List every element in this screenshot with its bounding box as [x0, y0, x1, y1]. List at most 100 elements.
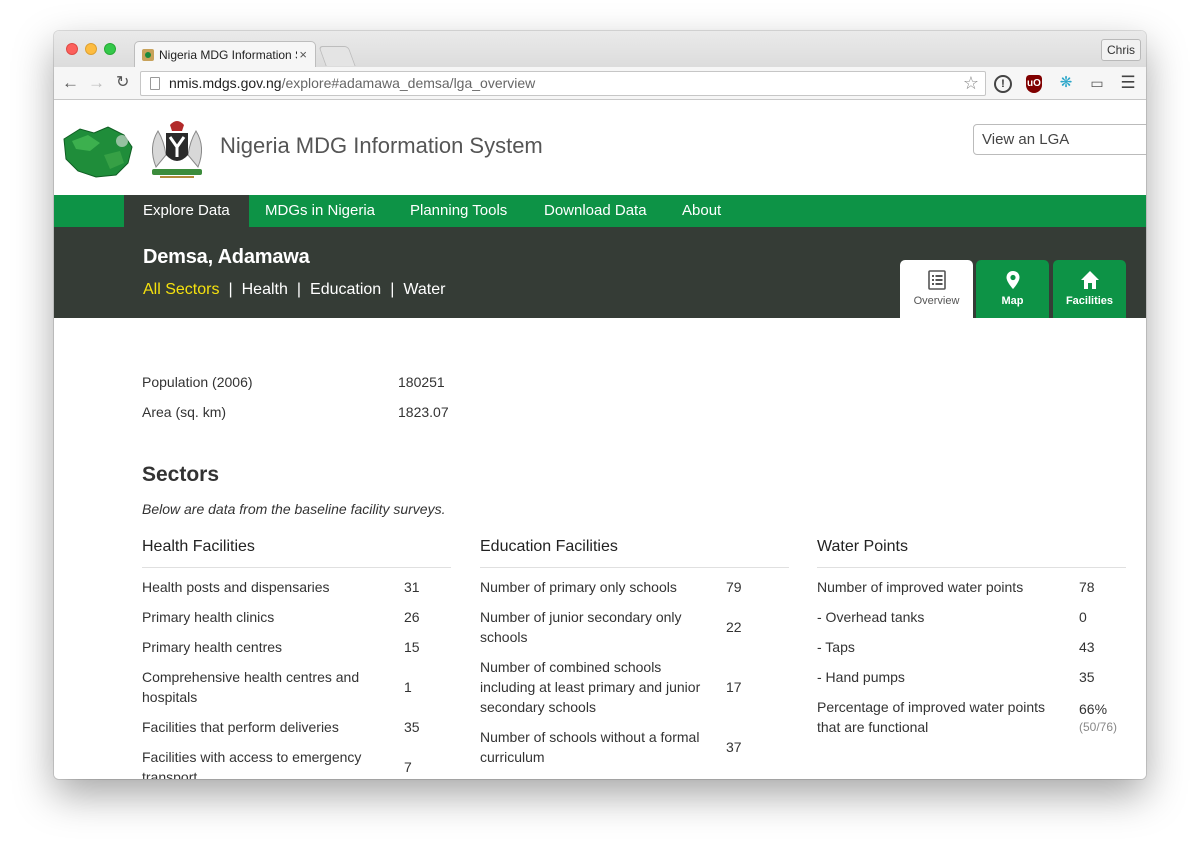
sector-link-all[interactable]: All Sectors — [143, 281, 219, 298]
stat-row: Area (sq. km) 1823.07 — [142, 397, 462, 427]
cast-icon[interactable]: ▭ — [1087, 74, 1107, 94]
table-row: Primary health centres 15 — [142, 632, 451, 662]
row-value: 22 — [726, 619, 742, 635]
new-tab-button[interactable] — [318, 46, 356, 66]
star-icon[interactable]: ☆ — [963, 72, 979, 95]
row-value: 26 — [404, 609, 420, 625]
ublock-icon[interactable]: uO — [1026, 75, 1042, 93]
row-value-cell: 35 — [1079, 667, 1126, 687]
row-label: - Overhead tanks — [817, 609, 925, 625]
row-label: Primary health centres — [142, 639, 283, 655]
tab-title: Nigeria MDG Information S — [159, 48, 297, 62]
row-value: 17 — [726, 679, 742, 695]
separator: | — [296, 281, 302, 298]
water-points-column: Water Points Number of improved water po… — [817, 538, 1126, 742]
row-label: Number of schools without a formal curri… — [480, 729, 700, 765]
row-label: - Hand pumps — [817, 669, 905, 685]
row-label: Percentage of improved water points that… — [817, 699, 1046, 735]
page-icon — [150, 77, 160, 90]
row-value: 7 — [404, 759, 412, 775]
row-value-cell: 43 — [1079, 637, 1126, 657]
nav-item-planning-tools[interactable]: Planning Tools — [391, 195, 526, 227]
sector-link-water[interactable]: Water — [403, 281, 445, 298]
main-nav: Explore Data MDGs in Nigeria Planning To… — [54, 195, 1146, 227]
browser-toolbar: ← → ↻ nmis.mdgs.gov.ng/explore#adamawa_d… — [54, 67, 1146, 100]
separator: | — [228, 281, 233, 298]
row-value: 0 — [1079, 609, 1087, 625]
reload-icon[interactable]: ↻ — [116, 73, 129, 93]
education-facilities-column: Education Facilities Number of primary o… — [480, 538, 789, 772]
row-value-cell: 78 — [1079, 577, 1126, 597]
lga-name: Demsa, Adamawa — [143, 246, 310, 268]
close-window-button[interactable] — [66, 43, 78, 55]
education-rows: Number of primary only schools 79 Number o… — [480, 568, 789, 772]
row-value-cell: 37 — [726, 737, 789, 757]
row-value-cell: 35 — [404, 717, 451, 737]
zoom-window-button[interactable] — [104, 43, 116, 55]
mdgs-nigeria-logo[interactable] — [60, 121, 136, 179]
tab-overview-label: Overview — [913, 295, 960, 307]
info-icon[interactable]: ! — [994, 75, 1012, 93]
row-value-cell: 1 — [404, 677, 451, 697]
tab-overview[interactable]: Overview — [900, 260, 973, 318]
health-facilities-column: Health Facilities Health posts and dispe… — [142, 538, 451, 779]
row-value-cell: 15 — [404, 637, 451, 657]
row-value-cell: 66% (50/76) — [1079, 699, 1126, 735]
row-value-cell: 31 — [404, 577, 451, 597]
nav-item-mdgs-in-nigeria[interactable]: MDGs in Nigeria — [246, 195, 394, 227]
back-arrow-icon[interactable]: ← — [62, 73, 79, 93]
menu-icon[interactable]: ☰ — [1118, 74, 1138, 94]
row-label: Primary health clinics — [142, 609, 275, 625]
row-value: 37 — [726, 739, 742, 755]
profile-button[interactable]: Chris — [1101, 39, 1141, 61]
url-path: /explore#adamawa_demsa/lga_overview — [281, 75, 536, 91]
row-label: Number of improved water points — [817, 579, 1024, 595]
table-row: Number of improved water points 78 — [817, 572, 1126, 602]
health-facilities-title: Health Facilities — [142, 538, 451, 568]
address-bar[interactable]: nmis.mdgs.gov.ng/explore#adamawa_demsa/l… — [140, 71, 986, 96]
tab-map[interactable]: Map — [976, 260, 1049, 318]
lga-select[interactable]: View an LGA — [973, 124, 1146, 155]
row-value: 66% — [1079, 701, 1108, 717]
lga-header: Demsa, Adamawa All Sectors | Health | Educat… — [54, 227, 1146, 318]
sector-links: All Sectors | Health | Education | Water — [143, 281, 445, 299]
browser-window: Nigeria MDG Information S × Chris ← → ↻ … — [54, 31, 1146, 779]
education-facilities-title: Education Facilities — [480, 538, 789, 568]
table-row: Comprehensive health centres and hospita… — [142, 662, 451, 712]
health-rows: Health posts and dispensaries 31 Primary h… — [142, 568, 451, 779]
tab-close-icon[interactable]: × — [299, 47, 307, 62]
minimize-window-button[interactable] — [85, 43, 97, 55]
row-value-cell: 79 — [726, 577, 789, 597]
row-label: Health posts and dispensaries — [142, 579, 330, 595]
row-value: 31 — [404, 579, 420, 595]
table-row: Facilities with access to emergency tran… — [142, 742, 451, 779]
sector-link-education[interactable]: Education — [310, 281, 381, 298]
sectors-note: Below are data from the baseline facilit… — [142, 501, 446, 517]
table-row: Number of primary only schools 79 — [480, 572, 789, 602]
lga-stats: Population (2006) 180251 Area (sq. km) 1… — [142, 367, 462, 427]
tab-facilities-label: Facilities — [1065, 295, 1114, 307]
row-label: Number of combined schools including at … — [480, 659, 701, 715]
nav-item-about[interactable]: About — [663, 195, 740, 227]
row-label: Number of junior secondary only schools — [480, 609, 682, 645]
molecule-icon[interactable]: ❋ — [1056, 74, 1076, 94]
nav-item-explore-data[interactable]: Explore Data — [124, 195, 249, 227]
table-row: Primary health clinics 26 — [142, 602, 451, 632]
sector-link-health[interactable]: Health — [242, 281, 288, 298]
nav-item-download-data[interactable]: Download Data — [525, 195, 666, 227]
row-value: 78 — [1079, 579, 1095, 595]
browser-tab[interactable]: Nigeria MDG Information S × — [134, 41, 316, 68]
site-title[interactable]: Nigeria MDG Information System — [220, 133, 543, 159]
row-value-cell: 26 — [404, 607, 451, 627]
coat-of-arms-logo — [152, 121, 202, 178]
table-row: - Overhead tanks 0 — [817, 602, 1126, 632]
forward-arrow-icon[interactable]: → — [88, 73, 105, 93]
url-host: nmis.mdgs.gov.ng — [169, 75, 282, 91]
table-row: Percentage of improved water points that… — [817, 692, 1126, 742]
row-label: Facilities that perform deliveries — [142, 719, 339, 735]
title-bar: Nigeria MDG Information S × Chris — [54, 31, 1146, 68]
stat-label: Population (2006) — [142, 374, 253, 390]
row-subvalue: (50/76) — [1079, 720, 1118, 734]
tab-facilities[interactable]: Facilities — [1053, 260, 1126, 318]
separator: | — [390, 281, 395, 298]
